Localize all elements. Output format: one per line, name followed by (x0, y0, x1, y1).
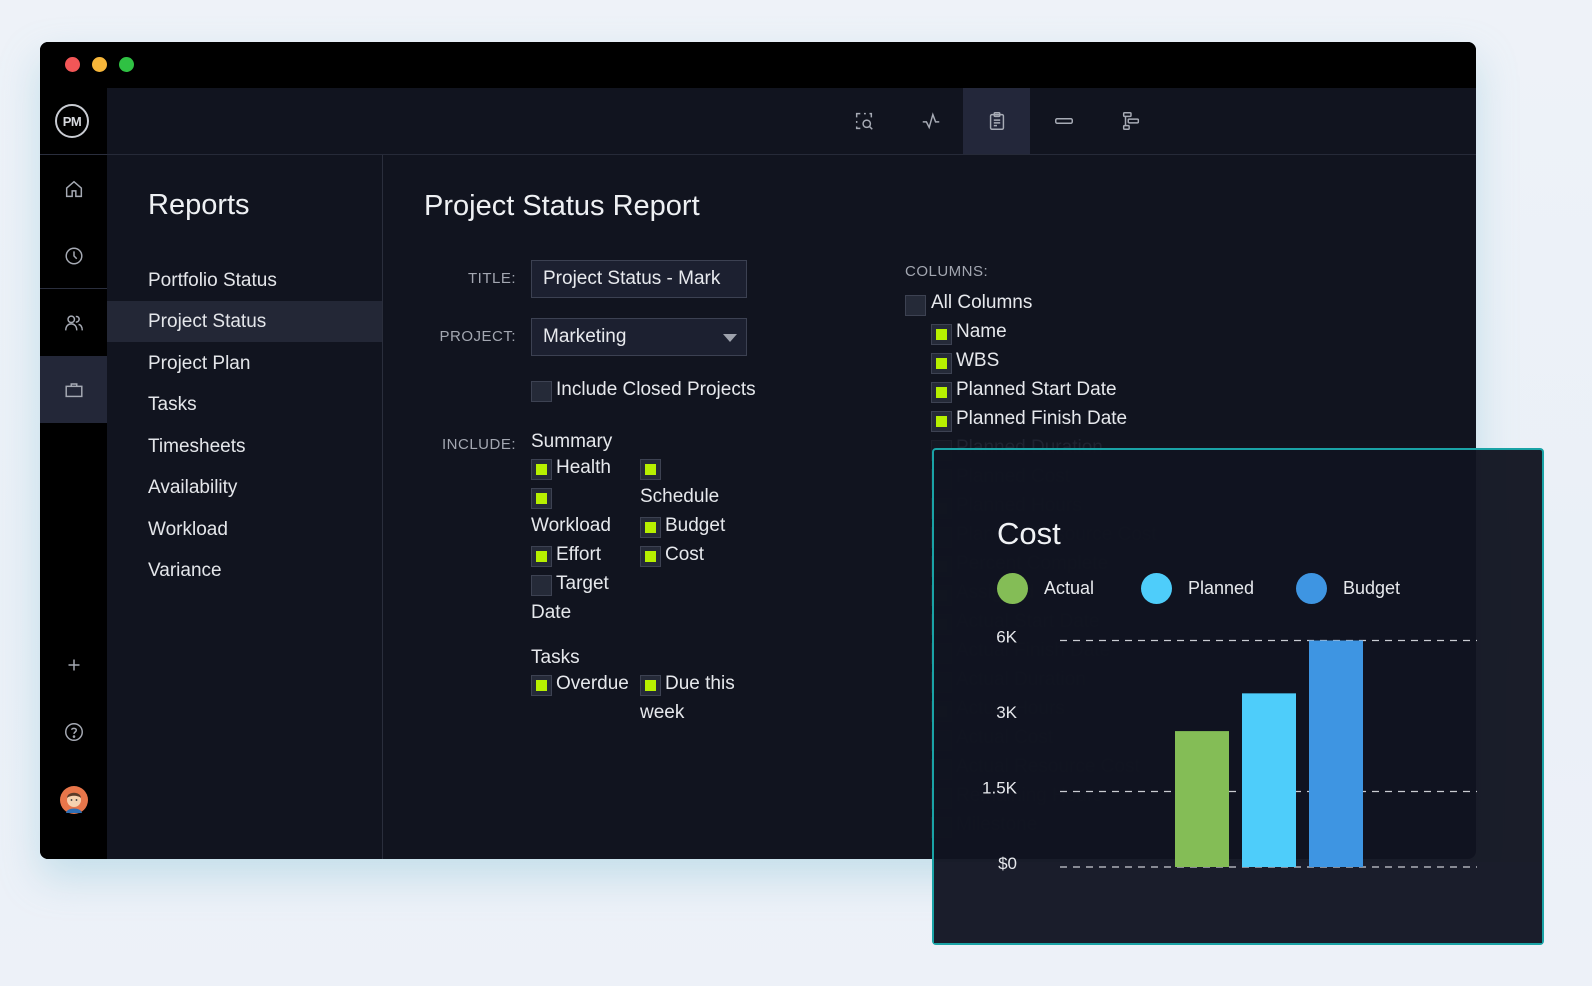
reports-sidebar: Reports Portfolio Status Project Status … (107, 155, 383, 859)
column-checkbox[interactable] (931, 382, 952, 403)
column-label: Planned Start Date (956, 379, 1117, 400)
project-label: PROJECT: (439, 328, 516, 345)
budget-label: Budget (665, 515, 726, 536)
chevron-down-icon (723, 334, 737, 342)
left-rail: PM (40, 88, 107, 859)
rail-item-home[interactable] (40, 155, 107, 222)
help-icon (64, 723, 83, 741)
title-input[interactable]: Project Status - Mark (531, 260, 747, 298)
include-label: INCLUDE: (441, 436, 516, 453)
cost-bar-chart: $0 1.5K 3K 6K (982, 628, 1477, 873)
workload-label: Workload (531, 515, 611, 536)
target-date-label: Target (556, 573, 609, 594)
tool-bar[interactable] (1030, 88, 1097, 154)
tool-gantt[interactable] (1097, 88, 1164, 154)
report-timesheets[interactable]: Timesheets (107, 426, 382, 467)
report-project-plan[interactable]: Project Plan (107, 343, 382, 384)
health-checkbox[interactable] (531, 459, 552, 480)
columns-label: COLUMNS: (905, 263, 989, 280)
report-workload[interactable]: Workload (107, 509, 382, 550)
column-label: Name (956, 321, 1007, 342)
zoom-select-icon (855, 112, 873, 130)
overdue-checkbox[interactable] (531, 675, 552, 696)
rail-item-team[interactable] (40, 289, 107, 356)
project-select-value: Marketing (543, 326, 627, 347)
report-tasks[interactable]: Tasks (107, 384, 382, 425)
health-label: Health (556, 457, 611, 478)
target-date-checkbox[interactable] (531, 575, 552, 596)
report-variance[interactable]: Variance (107, 550, 382, 591)
rail-item-projects[interactable] (40, 356, 107, 423)
bar-icon (1054, 117, 1073, 125)
overdue-label: Overdue (556, 673, 629, 694)
bar-planned[interactable] (1242, 693, 1296, 867)
summary-heading: Summary (531, 431, 613, 452)
page-title: Project Status Report (424, 190, 700, 222)
all-columns-checkbox[interactable] (905, 295, 926, 316)
tasks-heading: Tasks (531, 647, 580, 668)
all-columns-label: All Columns (931, 292, 1033, 313)
column-checkbox[interactable] (931, 411, 952, 432)
tool-report[interactable] (963, 88, 1030, 154)
title-bar (40, 42, 1476, 88)
effort-label: Effort (556, 544, 602, 565)
column-label: Planned Finish Date (956, 408, 1128, 429)
column-checkbox[interactable] (931, 324, 952, 345)
minimize-window-button[interactable] (92, 57, 107, 72)
add-button[interactable] (40, 635, 107, 695)
rail-item-time[interactable] (40, 222, 107, 289)
y-tick-label: 6K (996, 628, 1017, 647)
workload-checkbox[interactable] (531, 488, 552, 509)
y-tick-label: $0 (998, 854, 1017, 873)
due-this-week-checkbox[interactable] (640, 675, 661, 696)
gantt-icon (1122, 112, 1139, 130)
due-this-week-label-2: week (640, 702, 685, 723)
target-date-label-2: Date (531, 602, 572, 623)
budget-checkbox[interactable] (640, 517, 661, 538)
report-project-status[interactable]: Project Status (107, 301, 382, 342)
title-label: TITLE: (467, 270, 516, 287)
pm-logo[interactable]: PM (55, 104, 89, 138)
schedule-label: Schedule (640, 486, 720, 507)
report-portfolio-status[interactable]: Portfolio Status (107, 260, 382, 301)
plus-icon (68, 659, 79, 671)
tool-zoom-select[interactable] (830, 88, 897, 154)
include-closed-checkbox[interactable] (531, 381, 552, 402)
cost-chart-card: Cost Actual Planned Budget $0 1.5K 3K 6K (932, 448, 1544, 945)
y-tick-label: 3K (996, 703, 1017, 722)
cost-label: Cost (665, 544, 705, 565)
close-window-button[interactable] (65, 57, 80, 72)
tool-pulse[interactable] (897, 88, 964, 154)
clock-icon (64, 246, 83, 265)
y-tick-label: 1.5K (982, 779, 1018, 798)
top-toolbar (107, 88, 1476, 155)
schedule-checkbox[interactable] (640, 459, 661, 480)
pulse-icon (922, 112, 939, 130)
column-checkbox[interactable] (931, 353, 952, 374)
effort-checkbox[interactable] (531, 546, 552, 567)
column-label: WBS (956, 350, 1000, 371)
maximize-window-button[interactable] (119, 57, 134, 72)
clipboard-icon (989, 112, 1004, 130)
users-icon (64, 314, 83, 330)
reports-heading: Reports (148, 189, 250, 221)
briefcase-icon (64, 382, 83, 397)
bar-actual[interactable] (1175, 731, 1229, 867)
bar-budget[interactable] (1309, 640, 1363, 868)
report-availability[interactable]: Availability (107, 467, 382, 508)
cost-checkbox[interactable] (640, 546, 661, 567)
user-avatar[interactable] (40, 770, 107, 830)
avatar (59, 786, 88, 814)
project-select[interactable]: Marketing (531, 318, 747, 356)
due-this-week-label: Due this (665, 673, 735, 694)
home-icon (65, 180, 82, 197)
include-closed-label: Include Closed Projects (556, 379, 756, 400)
help-button[interactable] (40, 702, 107, 762)
